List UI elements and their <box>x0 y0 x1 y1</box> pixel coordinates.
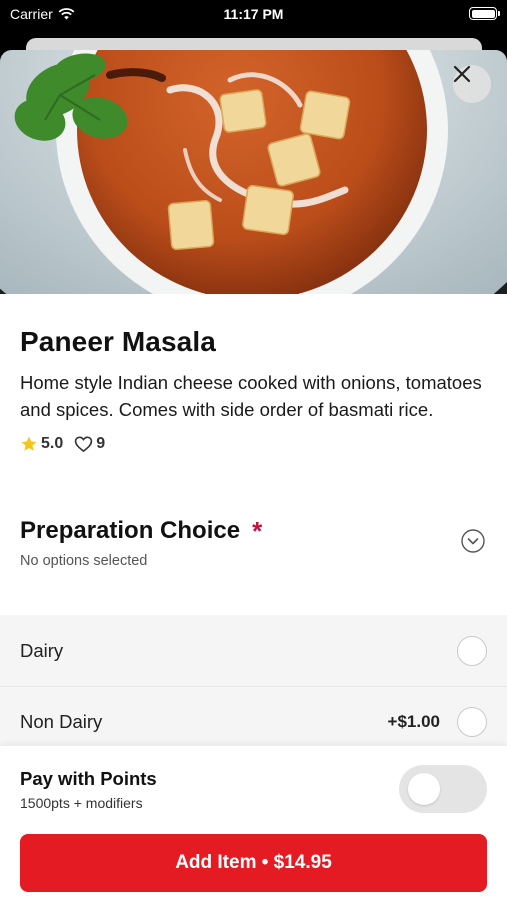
rating: 5.0 <box>20 435 63 453</box>
chevron-down-icon[interactable] <box>461 529 485 553</box>
item-photo <box>0 50 507 294</box>
item-info: Paneer Masala Home style Indian cheese c… <box>0 294 507 453</box>
section-title: Preparation Choice <box>20 517 241 544</box>
options-list: Dairy Non Dairy +$1.00 <box>0 615 507 755</box>
item-description: Home style Indian cheese cooked with oni… <box>20 372 482 420</box>
add-item-button[interactable]: Add Item • $14.95 <box>20 834 487 892</box>
option-radio[interactable] <box>457 707 487 737</box>
option-row[interactable]: Dairy <box>0 615 507 686</box>
star-icon <box>21 436 37 451</box>
item-meta: 5.0 9 <box>20 435 487 453</box>
battery-icon <box>469 7 500 20</box>
close-icon <box>453 65 471 83</box>
option-price: +$1.00 <box>387 712 440 731</box>
option-name: Non Dairy <box>20 711 103 732</box>
preparation-choice-header[interactable]: Preparation Choice * No options selected <box>0 517 507 615</box>
clock: 11:17 PM <box>223 6 284 22</box>
close-button[interactable] <box>453 65 491 103</box>
rating-value: 5.0 <box>41 435 64 452</box>
pay-with-points: Pay with Points 1500pts + modifiers <box>20 768 157 811</box>
status-bar: Carrier 11:17 PM <box>0 0 507 30</box>
points-toggle[interactable] <box>399 765 487 813</box>
points-subtitle: 1500pts + modifiers <box>20 795 143 811</box>
option-radio[interactable] <box>457 635 487 666</box>
bottom-action-bar: Pay with Points 1500pts + modifiers Add … <box>0 746 507 900</box>
likes[interactable]: 9 <box>74 435 105 453</box>
likes-count: 9 <box>96 435 106 452</box>
section-subtitle: No options selected <box>20 553 148 569</box>
heart-icon <box>75 436 93 453</box>
points-title: Pay with Points <box>20 768 157 789</box>
option-name: Dairy <box>20 639 64 661</box>
toggle-knob <box>408 773 440 805</box>
item-title: Paneer Masala <box>20 326 216 357</box>
required-marker: * <box>252 516 263 546</box>
